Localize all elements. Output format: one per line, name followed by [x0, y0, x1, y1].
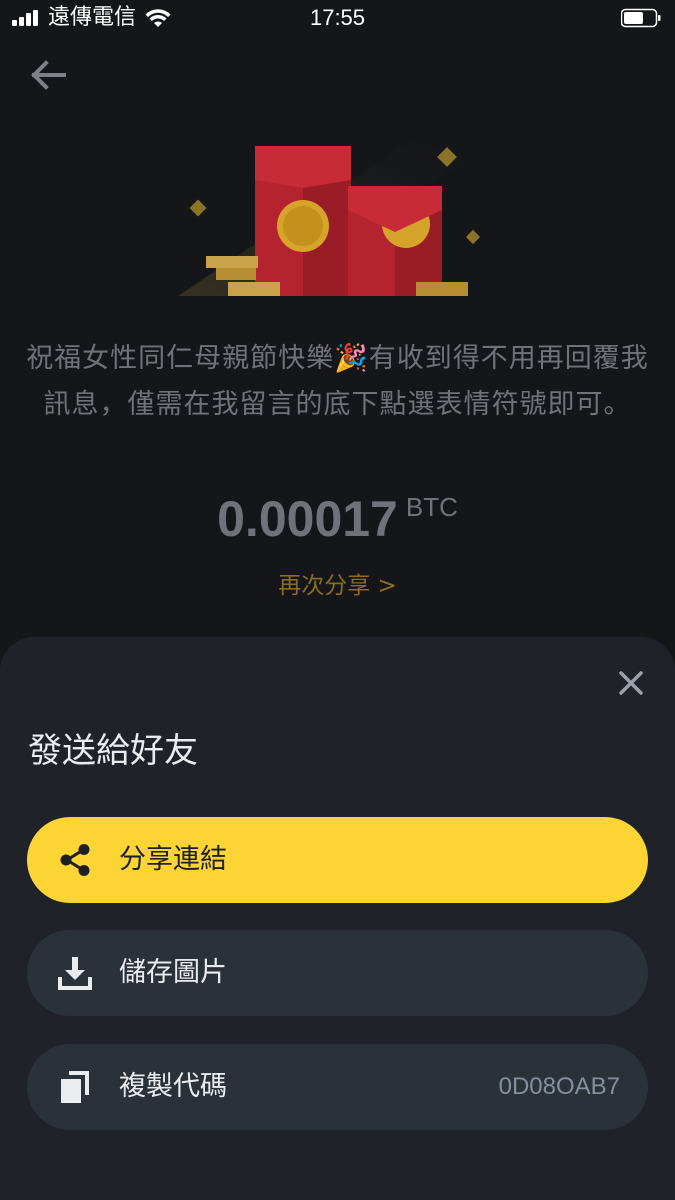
status-bar: 遠傳電信 17:55 [0, 0, 675, 40]
amount-display: 0.00017 BTC [0, 490, 675, 548]
red-envelope-illustration [178, 140, 481, 296]
battery-icon [621, 8, 661, 28]
share-link-button[interactable]: 分享連結 [27, 817, 648, 903]
back-arrow-icon[interactable] [30, 58, 68, 92]
share-link-label: 分享連結 [119, 844, 227, 875]
amount-currency: BTC [405, 492, 458, 522]
referral-code: 0D08OAB7 [498, 1073, 620, 1100]
download-icon [58, 957, 92, 990]
share-icon [60, 844, 90, 876]
save-image-label: 儲存圖片 [119, 957, 227, 988]
amount-value: 0.00017 [217, 491, 398, 547]
clock: 17:55 [309, 5, 366, 30]
copy-icon [61, 1071, 89, 1103]
share-again-link[interactable]: 再次分享 > [0, 568, 675, 604]
copy-code-label: 複製代碼 [119, 1071, 227, 1102]
red-packet-screen: 遠傳電信 17:55 祝福女性同仁母親節快樂🎉有收到得不用再回覆我訊息，僅需在我… [0, 0, 675, 1200]
share-sheet: 發送給好友 分享連結 儲存圖片 複製代碼 0D08OAB7 [0, 637, 675, 1200]
sheet-title: 發送給好友 [28, 731, 198, 771]
save-image-button[interactable]: 儲存圖片 [27, 930, 648, 1016]
close-icon[interactable] [617, 669, 645, 697]
greeting-message: 祝福女性同仁母親節快樂🎉有收到得不用再回覆我訊息，僅需在我留言的底下點選表情符號… [26, 343, 649, 420]
copy-code-button[interactable]: 複製代碼 0D08OAB7 [27, 1044, 648, 1130]
